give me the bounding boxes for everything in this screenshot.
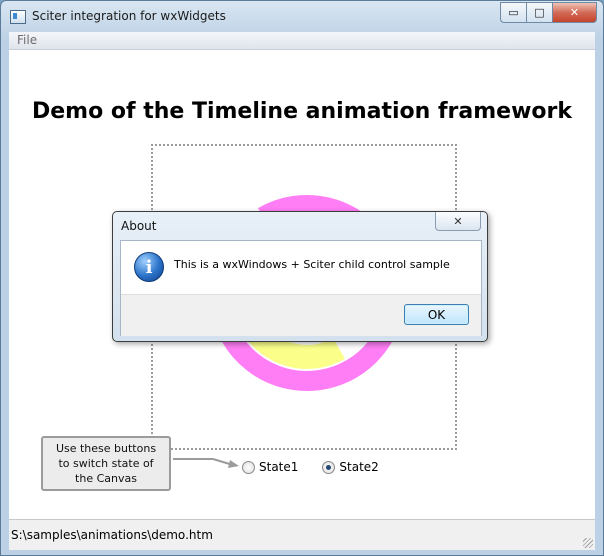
callout-text: Use these buttons to switch state of the… <box>55 442 157 485</box>
title-bar[interactable]: Sciter integration for wxWidgets ▭ □ ✕ <box>1 1 603 31</box>
app-icon <box>10 10 26 24</box>
status-path: S:\samples\animations\demo.htm <box>11 528 213 542</box>
caption-buttons: ▭ □ ✕ <box>500 2 597 23</box>
state1-radio[interactable] <box>242 460 255 474</box>
dialog-message: This is a wxWindows + Sciter child contr… <box>174 258 450 271</box>
callout-arrow <box>173 458 239 468</box>
menu-bar: File <box>9 32 595 50</box>
state2-radio[interactable] <box>322 460 336 474</box>
menu-file[interactable]: File <box>17 33 37 47</box>
dialog-title: About <box>121 219 157 233</box>
dialog-message-area: i This is a wxWindows + Sciter child con… <box>121 241 481 294</box>
window-title: Sciter integration for wxWidgets <box>32 9 226 23</box>
info-icon: i <box>134 252 164 282</box>
minimize-button[interactable]: ▭ <box>500 2 526 23</box>
callout-box: Use these buttons to switch state of the… <box>41 436 171 491</box>
about-dialog: About ✕ i This is a wxWindows + Sciter c… <box>112 211 488 342</box>
status-bar: S:\samples\animations\demo.htm <box>9 519 595 550</box>
state-radio-group: State1 State2 <box>242 460 403 474</box>
state2-label[interactable]: State2 <box>339 460 378 474</box>
dialog-button-area: OK <box>121 294 481 336</box>
state1-label[interactable]: State1 <box>259 460 298 474</box>
page-heading: Demo of the Timeline animation framework <box>31 99 573 124</box>
resize-grip[interactable] <box>583 538 593 548</box>
dialog-close-button[interactable]: ✕ <box>435 212 481 231</box>
close-button[interactable]: ✕ <box>552 2 597 23</box>
maximize-button[interactable]: □ <box>526 2 552 23</box>
ok-button[interactable]: OK <box>404 304 469 325</box>
dialog-body: i This is a wxWindows + Sciter child con… <box>120 240 482 336</box>
